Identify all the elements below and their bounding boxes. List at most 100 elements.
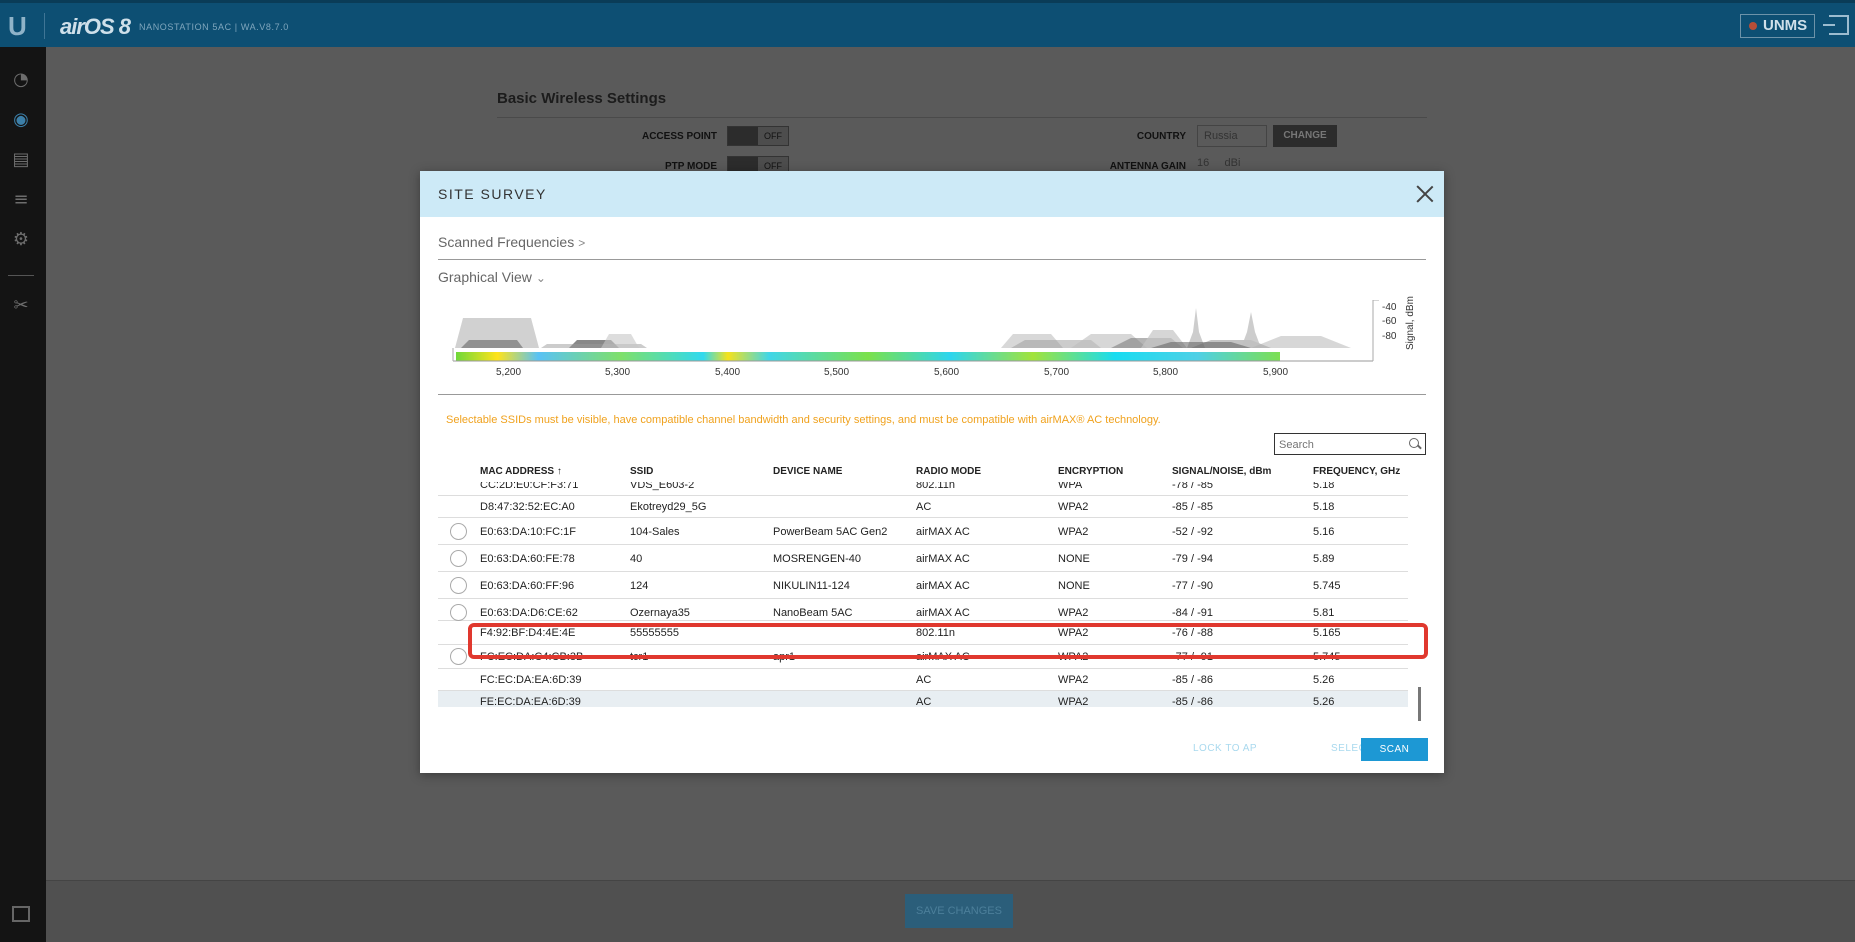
- table-row[interactable]: CC:2D:E0:CF:F3:71 VDS_E603-2 802.11n WPA…: [438, 482, 1408, 496]
- freq-cell: 5.18: [1313, 482, 1335, 491]
- table-row[interactable]: E0:63:DA:60:FE:78 40 MOSRENGEN-40 airMAX…: [438, 545, 1408, 572]
- dashboard-icon[interactable]: ◔: [10, 69, 32, 91]
- airos-brand: airOS 8: [60, 14, 131, 39]
- signal-cell: -52 / -92: [1172, 526, 1213, 538]
- signal-axis-title: Signal, dBm: [1405, 296, 1416, 350]
- select-radio[interactable]: [450, 550, 467, 567]
- col-signal-noise[interactable]: SIGNAL/NOISE, dBm: [1172, 466, 1271, 477]
- compatibility-note: Selectable SSIDs must be visible, have c…: [446, 414, 1161, 426]
- antenna-gain-field[interactable]: 16 dBi: [1197, 157, 1240, 169]
- freq-tick: 5,900: [1263, 367, 1289, 378]
- wireless-icon[interactable]: ◉: [10, 109, 32, 131]
- radio-cell: AC: [916, 696, 932, 707]
- enc-cell: WPA2: [1058, 526, 1089, 538]
- mac-cell: E0:63:DA:60:FF:96: [480, 580, 575, 592]
- mac-cell: E0:63:DA:D6:CE:62: [480, 607, 578, 619]
- col-mac-address[interactable]: MAC ADDRESS ↑: [480, 466, 562, 477]
- device-cell: NIKULIN11-124: [773, 580, 850, 592]
- search-icon[interactable]: [1409, 437, 1421, 451]
- table-row[interactable]: E0:63:DA:10:FC:1F 104-Sales PowerBeam 5A…: [438, 518, 1408, 545]
- freq-tick: 5,400: [715, 367, 741, 378]
- enc-cell: WPA2: [1058, 696, 1089, 707]
- feedback-icon[interactable]: [12, 906, 30, 922]
- radio-cell: airMAX AC: [916, 526, 970, 538]
- signal-cell: -79 / -94: [1172, 553, 1213, 565]
- table-row[interactable]: FE:EC:DA:EA:6D:39 AC WPA2 -85 / -86 5.26: [438, 691, 1408, 707]
- mac-cell: E0:63:DA:10:FC:1F: [480, 526, 576, 538]
- change-country-button[interactable]: CHANGE: [1273, 125, 1337, 147]
- table-scrollbar[interactable]: [1418, 687, 1421, 721]
- freq-tick: 5,600: [934, 367, 960, 378]
- col-radio-mode[interactable]: RADIO MODE: [916, 466, 981, 477]
- mac-cell: CC:2D:E0:CF:F3:71: [480, 482, 579, 491]
- signal-cell: -85 / -86: [1172, 674, 1213, 686]
- col-device-name[interactable]: DEVICE NAME: [773, 466, 842, 477]
- select-radio[interactable]: [450, 523, 467, 540]
- unms-label: UNMS: [1763, 17, 1808, 34]
- tools-icon[interactable]: ✂: [10, 295, 32, 317]
- ssid-cell: 104-Sales: [630, 526, 680, 538]
- access-point-toggle[interactable]: OFF: [727, 126, 789, 146]
- signal-cell: -84 / -91: [1172, 607, 1213, 619]
- basic-wireless-title: Basic Wireless Settings: [497, 90, 667, 107]
- radio-cell: airMAX AC: [916, 580, 970, 592]
- ssid-cell: 124: [630, 580, 649, 592]
- signal-cell: -85 / -85: [1172, 501, 1213, 513]
- signal-peaks: [455, 308, 1351, 348]
- table-row[interactable]: FC:EC:DA:EA:6D:39 AC WPA2 -85 / -86 5.26: [438, 669, 1408, 691]
- divider: [438, 259, 1426, 260]
- logout-icon[interactable]: [1823, 15, 1849, 35]
- select-radio[interactable]: [450, 648, 467, 665]
- country-select[interactable]: Russia: [1197, 125, 1267, 147]
- unms-button[interactable]: UNMS: [1740, 14, 1815, 38]
- divider: [438, 394, 1426, 395]
- table-row[interactable]: E0:63:DA:D6:CE:62 Ozernaya35 NanoBeam 5A…: [438, 599, 1408, 621]
- ubiquiti-logo-icon[interactable]: U: [8, 13, 32, 39]
- scan-button[interactable]: SCAN: [1361, 738, 1428, 761]
- device-info: NANOSTATION 5AC | WA.V8.7.0: [139, 22, 289, 32]
- chevron-right-icon: >: [578, 236, 586, 250]
- modal-header: SITE SURVEY: [420, 171, 1444, 217]
- device-cell: MOSRENGEN-40: [773, 553, 862, 565]
- section-divider: [497, 117, 1427, 118]
- signal-tick: -80: [1382, 331, 1397, 342]
- sidebar: ◔ ◉ ▤ ≡ ⚙ ✂: [0, 47, 46, 942]
- col-frequency[interactable]: FREQUENCY, GHz: [1313, 466, 1400, 477]
- signal-cell: -77 / -90: [1172, 580, 1213, 592]
- ssid-cell: VDS_E603-2: [630, 482, 695, 491]
- signal-cell: -85 / -86: [1172, 696, 1213, 707]
- enc-cell: WPA: [1058, 482, 1083, 491]
- network-icon[interactable]: ▤: [10, 149, 32, 171]
- col-ssid[interactable]: SSID: [630, 466, 653, 477]
- select-radio[interactable]: [450, 577, 467, 594]
- table-row[interactable]: E0:63:DA:60:FF:96 124 NIKULIN11-124 airM…: [438, 572, 1408, 599]
- lock-to-ap-button[interactable]: LOCK TO AP: [1193, 743, 1257, 754]
- chevron-down-icon: ⌄: [535, 271, 546, 285]
- settings-gear-icon[interactable]: ⚙: [10, 229, 32, 251]
- select-radio[interactable]: [450, 604, 467, 621]
- graphical-view-label: Graphical View: [438, 269, 532, 285]
- survey-table[interactable]: CC:2D:E0:CF:F3:71 VDS_E603-2 802.11n WPA…: [438, 482, 1408, 707]
- mac-cell: FE:EC:DA:EA:6D:39: [480, 696, 581, 707]
- site-survey-modal: SITE SURVEY Scanned Frequencies > Graphic…: [420, 171, 1444, 773]
- access-point-label: ACCESS POINT: [641, 131, 717, 142]
- freq-cell: 5.16: [1313, 526, 1335, 538]
- save-changes-button[interactable]: SAVE CHANGES: [905, 894, 1013, 928]
- logo-divider: [44, 13, 45, 39]
- country-label: COUNTRY: [1136, 131, 1186, 142]
- spectrum-bar: [456, 352, 1280, 361]
- search-input[interactable]: [1279, 436, 1404, 453]
- search-box[interactable]: [1274, 433, 1426, 455]
- scanned-frequencies-toggle[interactable]: Scanned Frequencies >: [438, 234, 585, 250]
- freq-cell: 5.26: [1313, 674, 1335, 686]
- scanned-frequencies-label: Scanned Frequencies: [438, 234, 575, 250]
- close-icon[interactable]: [1414, 183, 1436, 205]
- mac-cell: E0:63:DA:60:FE:78: [480, 553, 575, 565]
- graphical-view-toggle[interactable]: Graphical View ⌄: [438, 269, 546, 285]
- services-icon[interactable]: ≡: [10, 189, 32, 211]
- table-row[interactable]: D8:47:32:52:EC:A0 Ekotreyd29_5G AC WPA2 …: [438, 496, 1408, 518]
- enc-cell: NONE: [1058, 553, 1090, 565]
- enc-cell: WPA2: [1058, 674, 1089, 686]
- col-encryption[interactable]: ENCRYPTION: [1058, 466, 1123, 477]
- enc-cell: WPA2: [1058, 501, 1089, 513]
